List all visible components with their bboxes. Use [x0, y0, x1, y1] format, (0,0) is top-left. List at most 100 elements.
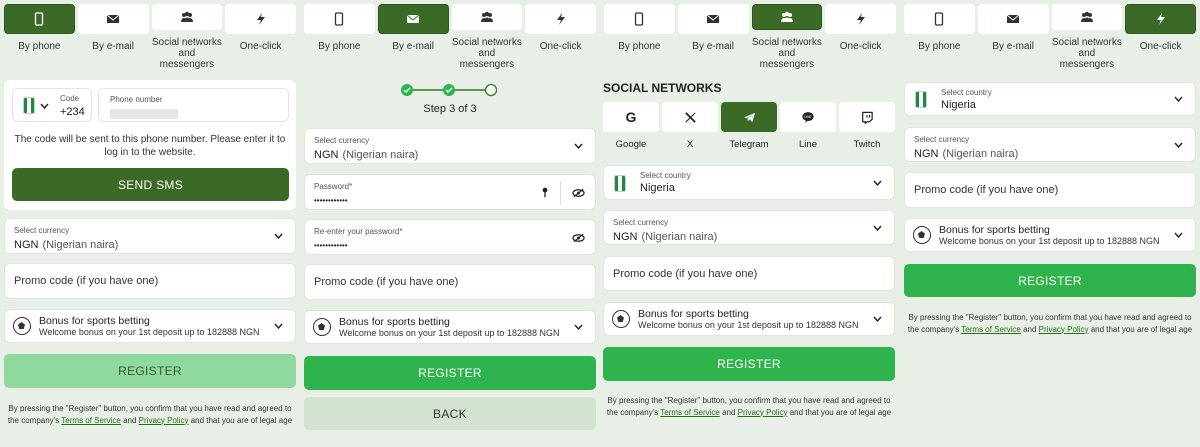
country-code-select[interactable]: Code +234	[12, 88, 92, 122]
people-icon	[1080, 11, 1093, 22]
tab-by-phone[interactable]: By phone	[304, 4, 375, 70]
line-icon: LINE	[802, 111, 814, 123]
tab-by-email[interactable]: By e-mail	[377, 4, 449, 70]
chevron-down-icon	[574, 324, 583, 330]
back-button[interactable]: BACK	[304, 397, 596, 430]
tab-by-email[interactable]: By e-mail	[977, 4, 1049, 70]
tab-by-phone[interactable]: By phone	[4, 4, 75, 70]
bonus-select[interactable]: Bonus for sports betting Welcome bonus o…	[904, 218, 1196, 252]
currency-select[interactable]: Select currency NGN (Nigerian naira)	[304, 128, 596, 164]
social-google[interactable]: G Google	[603, 102, 659, 152]
privacy-link[interactable]: Privacy Policy	[139, 416, 189, 425]
tab-by-phone[interactable]: By phone	[604, 4, 675, 70]
phone-icon	[635, 12, 644, 26]
currency-select[interactable]: Select currency NGN (Nigerian naira)	[904, 127, 1196, 162]
social-network-buttons: G Google X Telegram LINE Line Twitch	[603, 102, 895, 152]
tab-label: Social networks and messengers	[751, 37, 822, 70]
legal-text: By pressing the "Register" button, you c…	[7, 404, 293, 425]
soccer-ball-icon	[313, 318, 331, 336]
terms-link[interactable]: Terms of Service	[961, 325, 1021, 334]
tab-one-click[interactable]: One-click	[525, 4, 596, 70]
registration-tabs: By phone By e-mail Social networks and me…	[4, 4, 296, 70]
tab-one-click[interactable]: One-click	[225, 4, 296, 70]
tab-label: By phone	[318, 41, 361, 52]
lightning-icon	[556, 13, 565, 25]
phone-number-label: Phone number	[110, 95, 163, 104]
terms-link[interactable]: Terms of Service	[61, 416, 121, 425]
legal-text: By pressing the "Register" button, you c…	[606, 396, 892, 417]
currency-label: Select currency	[613, 218, 669, 227]
country-label: Select country	[941, 88, 992, 97]
send-sms-button[interactable]: SEND SMS	[12, 168, 289, 201]
password-label: Password*	[314, 182, 353, 191]
social-line[interactable]: LINE Line	[780, 102, 836, 152]
reenter-password-label: Re-enter your password*	[314, 227, 403, 236]
social-telegram[interactable]: Telegram	[721, 102, 777, 152]
social-heading: SOCIAL NETWORKS	[603, 81, 722, 95]
svg-text:LINE: LINE	[804, 115, 812, 119]
tab-label: One-click	[239, 41, 282, 52]
chevron-down-icon	[574, 143, 583, 149]
promo-code-input[interactable]: Promo code (if you have one)	[603, 256, 895, 291]
country-select[interactable]: Select country Nigeria	[904, 82, 1196, 116]
currency-label: Select currency	[314, 136, 370, 145]
code-value: +234	[60, 106, 85, 118]
tab-social[interactable]: Social networks and messengers	[151, 4, 223, 70]
password-input[interactable]: Password* ••••••••••••	[304, 174, 596, 210]
bonus-subtitle: Welcome bonus on your 1st deposit up to …	[339, 328, 560, 338]
register-button[interactable]: REGISTER	[603, 347, 895, 381]
register-button[interactable]: REGISTER	[304, 356, 596, 390]
tab-label: By phone	[918, 41, 961, 52]
eye-hidden-icon[interactable]	[572, 233, 585, 243]
register-button[interactable]: REGISTER	[904, 264, 1196, 297]
promo-code-input[interactable]: Promo code (if you have one)	[904, 172, 1196, 208]
chevron-down-icon	[274, 233, 283, 239]
tab-by-phone[interactable]: By phone	[904, 4, 975, 70]
tab-by-email[interactable]: By e-mail	[77, 4, 149, 70]
tab-social[interactable]: Social networks and messengers	[751, 4, 823, 70]
social-label: Line	[799, 139, 817, 150]
social-label: Google	[615, 139, 647, 150]
panel-one-click: By phone By e-mail Social networks and me…	[900, 0, 1200, 447]
promo-code-input[interactable]: Promo code (if you have one)	[4, 263, 296, 299]
x-icon	[684, 111, 696, 123]
terms-link[interactable]: Terms of Service	[660, 408, 720, 417]
social-twitch[interactable]: Twitch	[839, 102, 895, 152]
phone-card: Code +234 Phone number The code will be …	[4, 80, 296, 210]
privacy-link[interactable]: Privacy Policy	[1039, 325, 1089, 334]
tab-one-click[interactable]: One-click	[1125, 4, 1196, 70]
registration-tabs: By phone By e-mail Social networks and me…	[604, 4, 896, 70]
tab-one-click[interactable]: One-click	[825, 4, 896, 70]
privacy-link[interactable]: Privacy Policy	[738, 408, 788, 417]
register-button[interactable]: REGISTER	[4, 354, 296, 388]
bonus-select[interactable]: Bonus for sports betting Welcome bonus o…	[304, 310, 596, 344]
country-value: Nigeria	[640, 182, 675, 194]
eye-hidden-icon[interactable]	[572, 188, 585, 198]
reenter-password-input[interactable]: Re-enter your password* ••••••••••••	[304, 219, 596, 255]
currency-select[interactable]: Select currency NGN (Nigerian naira)	[603, 210, 895, 245]
promo-placeholder: Promo code (if you have one)	[914, 184, 1059, 196]
currency-select[interactable]: Select currency NGN (Nigerian naira)	[4, 218, 296, 254]
tab-by-email[interactable]: By e-mail	[677, 4, 749, 70]
tab-social[interactable]: Social networks and messengers	[1051, 4, 1123, 70]
bonus-select[interactable]: Bonus for sports betting Welcome bonus o…	[4, 309, 296, 343]
key-icon[interactable]	[541, 186, 549, 199]
chevron-down-icon	[1174, 232, 1183, 238]
bonus-select[interactable]: Bonus for sports betting Welcome bonus o…	[603, 302, 895, 336]
phone-number-value	[110, 109, 178, 119]
promo-code-input[interactable]: Promo code (if you have one)	[304, 264, 596, 300]
tab-label: Social networks and messengers	[1051, 37, 1122, 70]
twitch-icon	[862, 111, 873, 124]
social-label: Twitch	[853, 139, 881, 150]
tab-label: By phone	[618, 41, 661, 52]
tab-label: One-click	[839, 41, 882, 52]
tab-social[interactable]: Social networks and messengers	[451, 4, 523, 70]
country-select[interactable]: Select country Nigeria	[603, 165, 895, 200]
tab-label: One-click	[539, 41, 582, 52]
social-x[interactable]: X	[662, 102, 718, 152]
reenter-password-value: ••••••••••••	[314, 241, 348, 250]
tab-label: Social networks and messengers	[451, 37, 522, 70]
chevron-down-icon	[873, 180, 882, 186]
phone-number-input[interactable]: Phone number	[98, 88, 289, 122]
nigeria-flag-icon	[614, 175, 626, 192]
